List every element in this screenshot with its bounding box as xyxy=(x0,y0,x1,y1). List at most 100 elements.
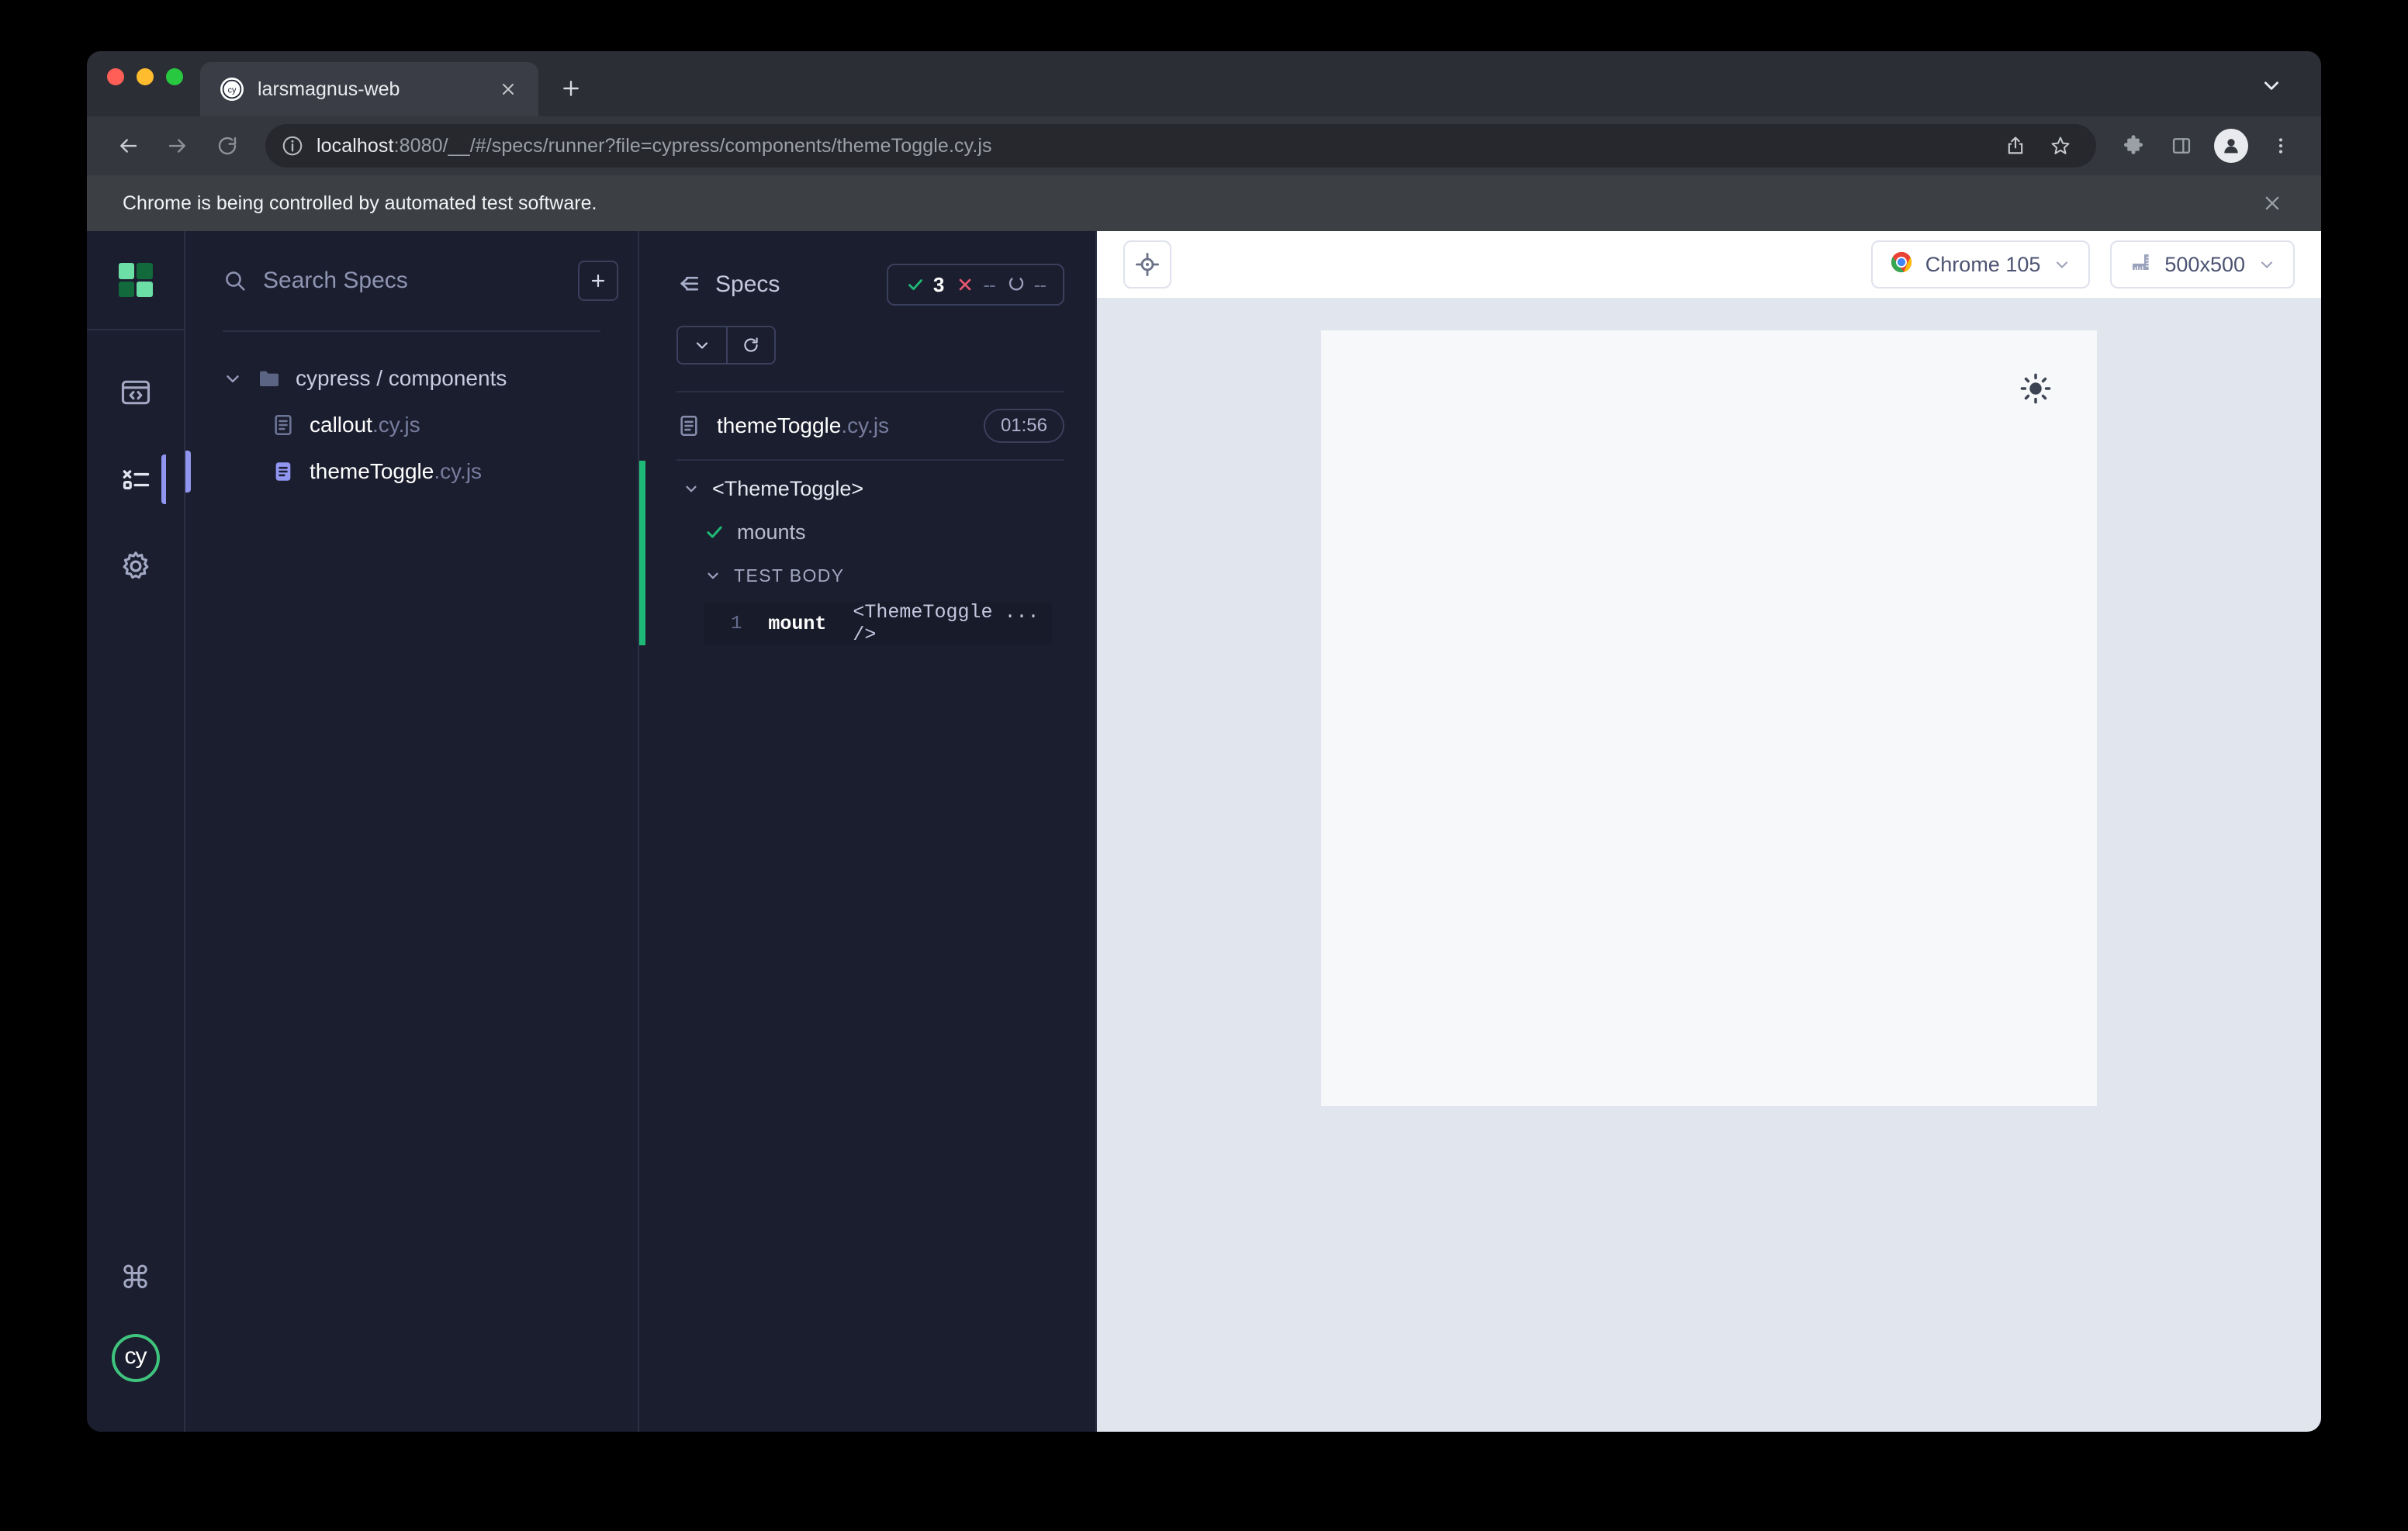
search-icon xyxy=(223,268,247,293)
close-tab-icon[interactable] xyxy=(495,76,521,102)
selector-playground-button[interactable] xyxy=(1123,240,1171,289)
tab-title: larsmagnus-web xyxy=(258,78,400,100)
site-info-icon[interactable] xyxy=(281,134,304,157)
tab-strip: cy larsmagnus-web xyxy=(87,51,2321,116)
spec-tree-item-callout[interactable]: callout.cy.js xyxy=(185,402,638,448)
stat-failed: -- xyxy=(955,273,996,297)
x-icon xyxy=(955,275,975,295)
maximize-window-button[interactable] xyxy=(166,68,183,85)
stat-pending: -- xyxy=(1006,272,1047,297)
reporter-spec-title-row: themeToggle.cy.js 01:56 xyxy=(639,392,1095,459)
browser-tab[interactable]: cy larsmagnus-web xyxy=(200,62,538,116)
browser-toolbar: localhost:8080/__/#/specs/runner?file=cy… xyxy=(87,116,2321,175)
sidebar-item-specs[interactable] xyxy=(107,454,166,504)
svg-text:cy: cy xyxy=(228,85,237,95)
bookmark-star-icon[interactable] xyxy=(2040,126,2081,166)
collapse-left-icon xyxy=(676,272,701,297)
suite-pass-indicator xyxy=(639,461,645,645)
cypress-app: ⌘ cy Search Specs cypress / components c… xyxy=(87,231,2321,1432)
chevron-down-icon xyxy=(223,368,243,389)
spec-tree: cypress / components callout.cy.js theme… xyxy=(185,332,638,495)
sidebar-item-runs[interactable] xyxy=(107,371,164,414)
browser-select[interactable]: Chrome 105 xyxy=(1870,240,2091,289)
preview-stage xyxy=(1097,298,2321,1432)
test-body-label: TEST BODY xyxy=(734,565,845,586)
spec-file-icon xyxy=(271,413,296,437)
chevron-down-icon xyxy=(704,567,721,584)
test-reporter-panel: Specs 3 -- -- themeToggle.cy.js 01:56 <T… xyxy=(639,231,1097,1432)
spec-name: themeToggle xyxy=(310,459,434,483)
command-log-row[interactable]: 1 mount <ThemeToggle ... /> xyxy=(704,601,1052,646)
test-suite-row[interactable]: <ThemeToggle> xyxy=(639,467,1095,510)
spec-file-icon xyxy=(271,459,296,484)
reporter-controls xyxy=(676,326,1064,365)
new-tab-button[interactable] xyxy=(549,67,593,110)
test-duration-badge: 01:56 xyxy=(983,409,1064,443)
stat-passed: 3 xyxy=(905,273,944,297)
minimize-window-button[interactable] xyxy=(137,68,154,85)
address-bar-url: localhost:8080/__/#/specs/runner?file=cy… xyxy=(317,135,992,157)
preview-toolbar: Chrome 105 500x500 xyxy=(1097,231,2321,298)
project-logo[interactable] xyxy=(87,231,184,330)
collapse-all-button[interactable] xyxy=(678,327,726,363)
side-panel-icon[interactable] xyxy=(2161,126,2202,166)
rail-bottom: ⌘ cy xyxy=(87,1256,184,1432)
sun-icon[interactable] xyxy=(2018,371,2053,406)
component-under-test-frame xyxy=(1321,330,2097,1106)
keyboard-shortcuts-button[interactable]: ⌘ xyxy=(107,1256,164,1300)
chevron-down-icon xyxy=(2258,255,2276,274)
test-case-row[interactable]: mounts xyxy=(639,510,1095,554)
stat-passed-value: 3 xyxy=(932,272,945,296)
back-icon[interactable] xyxy=(107,125,149,167)
test-results-tree: <ThemeToggle> mounts TEST BODY 1 mount <… xyxy=(639,461,1095,646)
project-logo-icon xyxy=(118,263,153,297)
viewport-size-select[interactable]: 500x500 xyxy=(2110,240,2295,289)
rerun-button[interactable] xyxy=(726,327,774,363)
cypress-favicon-icon: cy xyxy=(220,78,244,101)
extensions-puzzle-icon[interactable] xyxy=(2113,126,2154,166)
test-suite-name: <ThemeToggle> xyxy=(712,476,864,500)
chrome-menu-icon[interactable] xyxy=(2261,126,2301,166)
automation-infobar-text: Chrome is being controlled by automated … xyxy=(123,192,597,214)
close-window-button[interactable] xyxy=(107,68,124,85)
rail-items xyxy=(87,330,184,588)
test-body-section-row[interactable]: TEST BODY xyxy=(639,554,1095,597)
omnibox-actions xyxy=(1995,126,2081,166)
search-input[interactable] xyxy=(263,268,562,294)
reporter-header: Specs 3 -- -- xyxy=(639,231,1095,365)
browser-select-label: Chrome 105 xyxy=(1925,252,2041,276)
cypress-nav-rail: ⌘ cy xyxy=(87,231,185,1432)
automation-infobar: Chrome is being controlled by automated … xyxy=(87,175,2321,231)
ruler-icon xyxy=(2129,251,2152,279)
forward-icon[interactable] xyxy=(157,125,199,167)
window-traffic-lights xyxy=(107,51,200,116)
browser-window: cy larsmagnus-web localhost:8080/__/#/sp… xyxy=(87,51,2321,1432)
sidebar-item-settings[interactable] xyxy=(107,544,164,588)
cypress-logo-icon[interactable]: cy xyxy=(111,1334,160,1382)
profile-avatar[interactable] xyxy=(2214,129,2248,163)
url-path: :8080/__/#/specs/runner?file=cypress/com… xyxy=(393,134,992,157)
reload-icon[interactable] xyxy=(206,125,248,167)
close-infobar-icon[interactable] xyxy=(2258,188,2287,218)
chrome-icon xyxy=(1890,251,1913,279)
cypress-logo-text: cy xyxy=(124,1343,147,1369)
spec-tree-item-themeToggle[interactable]: themeToggle.cy.js xyxy=(185,448,638,495)
viewport-size-label: 500x500 xyxy=(2164,252,2245,276)
address-bar[interactable]: localhost:8080/__/#/specs/runner?file=cy… xyxy=(265,124,2096,168)
chevron-down-icon xyxy=(683,480,700,497)
add-spec-button[interactable] xyxy=(578,261,618,301)
share-icon[interactable] xyxy=(1995,126,2036,166)
command-number: 1 xyxy=(731,613,742,634)
stat-pending-value: -- xyxy=(1033,272,1047,296)
spec-tree-folder-row[interactable]: cypress / components xyxy=(185,355,638,402)
test-case-name: mounts xyxy=(737,520,806,544)
active-rail-indicator xyxy=(161,454,166,504)
folder-icon xyxy=(257,366,282,391)
back-to-specs-label: Specs xyxy=(715,271,780,297)
tab-search-chevron-down-icon[interactable] xyxy=(2254,68,2289,102)
back-to-specs-button[interactable]: Specs xyxy=(676,271,780,298)
chevron-down-icon xyxy=(2053,255,2071,274)
spec-tree-item-label: callout.cy.js xyxy=(310,413,420,437)
spec-file-icon xyxy=(676,413,701,438)
url-host: localhost xyxy=(317,134,394,157)
